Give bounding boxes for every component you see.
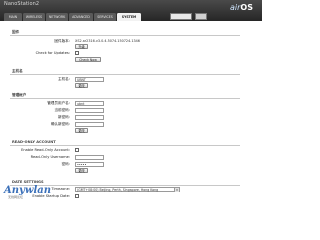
firmware-version-value: XS2.ar2316.v3.0.4.5074.150724.1346 [75,39,140,43]
readonly-password-label: 密码: [61,162,70,166]
check-updates-label: Check for Updates: [35,51,70,55]
hostname-label: 主机名: [58,77,70,81]
top-header: NanoStation2 MAIN WIRELESS NETWORK ADVAN… [0,0,262,21]
current-password-input[interactable] [75,107,104,113]
admin-change-button[interactable]: 更改 [75,128,88,133]
tab-main[interactable]: MAIN [4,13,22,21]
hostname-change-button[interactable]: 更改 [75,82,88,88]
firmware-version-label: 固件版本: [54,39,70,43]
readonly-username-label: Read-Only Username: [30,155,70,159]
system-settings-panel: 固件 固件版本: XS2.ar2316.v3.0.4.5074.150724.1… [0,21,262,200]
divider [10,98,240,99]
readonly-change-button[interactable]: 更改 [75,168,88,173]
tab-advanced[interactable]: ADVANCED [69,13,93,21]
new-password-label: 新密码: [58,115,70,119]
hostname-input[interactable]: UBNT [75,76,104,82]
new-password-input[interactable] [75,114,104,120]
verify-password-input[interactable] [75,121,104,127]
tab-system[interactable]: SYSTEM [117,13,141,21]
tools-select[interactable] [170,13,192,20]
readonly-section-title: READ-ONLY ACCOUNT [12,140,56,144]
enable-readonly-checkbox[interactable] [75,148,79,152]
verify-password-label: 确认新密码: [50,122,70,126]
readonly-password-input[interactable]: ••••• [75,161,104,167]
readonly-username-input[interactable] [75,154,104,160]
current-password-label: 当前密码: [54,108,70,112]
admin-username-label: 管理员用户名: [47,101,70,105]
anywlan-watermark: Anywlan 无线网论坛 [4,186,51,199]
admin-username-input[interactable]: ubnt [75,100,104,106]
check-now-button[interactable]: Check Now [75,57,101,62]
timezone-value: (GMT+08:00) Beijing, Perth, Singapore, H… [77,187,159,192]
nav-tabs: MAIN WIRELESS NETWORK ADVANCED SERVICES … [4,13,142,21]
check-updates-checkbox[interactable] [75,51,79,55]
divider [10,74,240,75]
enable-readonly-label: Enable Read-Only Account: [21,148,70,152]
logout-button[interactable] [195,13,207,20]
tab-services[interactable]: SERVICES [94,13,116,21]
divider [10,145,240,146]
date-section-title: DATE SETTINGS [12,180,44,184]
firmware-upload-button[interactable]: 升级 [75,44,88,49]
chevron-down-icon: ▾ [174,187,179,192]
startup-date-checkbox[interactable] [75,194,79,198]
airos-logo: airOS [230,3,253,12]
tab-wireless[interactable]: WIRELESS [23,13,45,21]
timezone-select[interactable]: (GMT+08:00) Beijing, Perth, Singapore, H… [75,186,180,192]
watermark-subtitle: 无线网论坛 [8,195,24,199]
divider [10,35,240,36]
tab-network[interactable]: NETWORK [46,13,68,21]
product-name: NanoStation2 [4,1,40,7]
